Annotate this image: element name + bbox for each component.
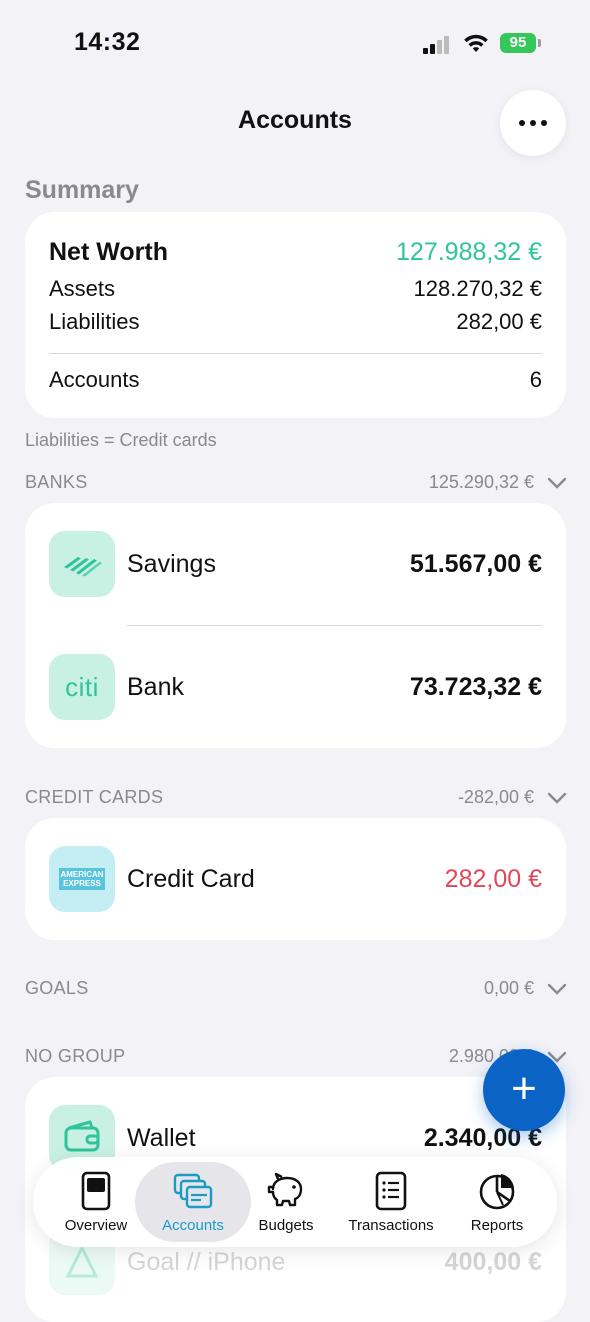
tab-label: Transactions [348, 1216, 434, 1234]
accounts-count-value: 6 [529, 367, 542, 392]
amex-logo-text: AMERICAN EXPRESS [59, 868, 105, 890]
tab-label: Accounts [162, 1216, 224, 1234]
battery-tip [538, 39, 541, 47]
account-value: 282,00 € [444, 865, 542, 893]
group-no-group-label: NO GROUP [25, 1046, 126, 1066]
liabilities-note: Liabilities = Credit cards [25, 430, 217, 450]
chevron-down-icon[interactable] [547, 982, 567, 996]
summary-title: Summary [25, 176, 139, 204]
assets-label: Assets [49, 276, 116, 301]
plus-icon: + [511, 1064, 537, 1113]
account-value: 400,00 € [444, 1248, 542, 1276]
amex-icon: AMERICAN EXPRESS [49, 846, 115, 912]
account-row-credit-card[interactable]: AMERICAN EXPRESS Credit Card 282,00 € [25, 818, 566, 940]
ellipsis-dot [541, 120, 547, 126]
summary-card: Net Worth 127.988,32 € Assets 128.270,32… [25, 212, 566, 418]
liabilities-value: 282,00 € [456, 309, 542, 334]
cellular-signal-icon [423, 36, 453, 54]
liabilities-label: Liabilities [49, 309, 140, 334]
divider [49, 353, 542, 354]
tab-reports[interactable]: Reports [457, 1157, 537, 1247]
more-options-button[interactable] [500, 90, 566, 156]
account-name: Wallet [127, 1124, 196, 1152]
account-name: Credit Card [127, 865, 255, 893]
chevron-down-icon[interactable] [547, 476, 567, 490]
pie-chart-icon [479, 1173, 515, 1209]
accounts-count-label: Accounts [49, 367, 140, 392]
group-banks-label: BANKS [25, 472, 88, 492]
account-name: Bank [127, 673, 184, 701]
citi-logo-text: citi [65, 671, 99, 702]
account-value: 51.567,00 € [409, 550, 542, 578]
status-time: 14:32 [74, 28, 141, 56]
ellipsis-icon [519, 120, 525, 126]
tab-transactions[interactable]: Transactions [338, 1157, 444, 1247]
wifi-icon [464, 34, 488, 52]
overview-icon [81, 1171, 111, 1210]
group-credit-cards-total: -282,00 € [457, 787, 534, 807]
tab-overview[interactable]: Overview [45, 1157, 147, 1247]
ellipsis-dot [530, 120, 536, 126]
account-row-savings[interactable]: Savings 51.567,00 € [25, 503, 566, 625]
tab-budgets[interactable]: Budgets [247, 1157, 325, 1247]
group-goals-total: 0,00 € [483, 978, 534, 998]
group-banks-total: 125.290,32 € [428, 472, 534, 492]
group-credit-cards-label: CREDIT CARDS [25, 787, 164, 807]
account-name: Savings [127, 550, 216, 578]
account-row-bank[interactable]: citi Bank 73.723,32 € [25, 626, 566, 748]
transactions-icon [375, 1171, 407, 1210]
tab-label: Overview [64, 1216, 128, 1234]
piggy-bank-icon [267, 1172, 303, 1206]
account-name: Goal // iPhone [127, 1248, 286, 1276]
banks-card: Savings 51.567,00 € citi Bank 73.723,32 … [25, 503, 566, 748]
accounts-icon [173, 1173, 213, 1208]
tab-label: Reports [470, 1216, 524, 1234]
group-goals-label: GOALS [25, 978, 89, 998]
battery-indicator: 95 [500, 33, 536, 53]
bank-of-america-icon [49, 531, 115, 597]
tab-accounts[interactable]: Accounts [140, 1157, 246, 1247]
net-worth-value: 127.988,32 € [396, 238, 542, 266]
credit-cards-card: AMERICAN EXPRESS Credit Card 282,00 € [25, 818, 566, 940]
net-worth-label: Net Worth [49, 238, 168, 266]
chevron-down-icon[interactable] [547, 791, 567, 805]
assets-value: 128.270,32 € [413, 276, 542, 301]
tab-label: Budgets [258, 1216, 314, 1234]
account-value: 73.723,32 € [409, 673, 542, 701]
add-account-button[interactable]: + [483, 1049, 565, 1131]
citi-icon: citi [49, 654, 115, 720]
